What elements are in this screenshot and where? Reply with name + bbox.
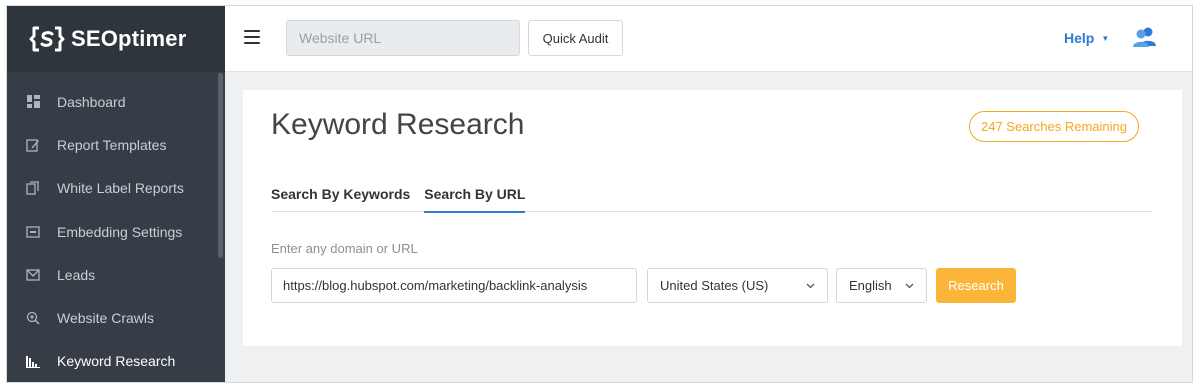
research-button[interactable]: Research <box>936 268 1016 303</box>
caret-down-icon: ▼ <box>1101 33 1110 43</box>
sidebar-item-dashboard[interactable]: Dashboard <box>7 80 225 123</box>
language-select[interactable]: English <box>836 268 927 303</box>
bar-chart-icon <box>26 354 40 368</box>
brand-logo[interactable]: SEOptimer <box>7 6 225 72</box>
envelope-icon <box>26 268 40 282</box>
sidebar-item-leads[interactable]: Leads <box>7 253 225 296</box>
sidebar-item-label: Dashboard <box>57 93 126 110</box>
country-selected-value: United States (US) <box>660 278 769 293</box>
sidebar-item-report-templates[interactable]: Report Templates <box>7 123 225 166</box>
sidebar-item-label: Embedding Settings <box>57 223 183 240</box>
embed-icon <box>26 225 40 239</box>
sidebar-item-white-label-reports[interactable]: White Label Reports <box>7 167 225 210</box>
copy-icon <box>26 181 40 195</box>
help-label: Help <box>1064 30 1095 46</box>
tab-search-by-url[interactable]: Search By URL <box>424 186 526 213</box>
help-menu[interactable]: Help ▼ <box>1064 30 1109 46</box>
country-select[interactable]: United States (US) <box>647 268 828 303</box>
sidebar-item-label: Leads <box>57 266 96 283</box>
chevron-down-icon <box>806 281 815 291</box>
keyword-research-card: Keyword Research 247 Searches Remaining … <box>243 90 1182 346</box>
language-selected-value: English <box>849 278 892 293</box>
quick-audit-button[interactable]: Quick Audit <box>528 20 623 56</box>
search-tabs: Search By Keywords Search By URL <box>271 186 1153 213</box>
page-title: Keyword Research <box>271 108 525 141</box>
sidebar-item-website-crawls[interactable]: Website Crawls <box>7 296 225 339</box>
seoptimer-logo-icon <box>29 26 65 52</box>
tab-search-by-keywords[interactable]: Search By Keywords <box>271 186 424 212</box>
dashboard-icon <box>26 95 40 109</box>
brand-name: SEOptimer <box>71 26 187 51</box>
top-bar: Quick Audit Help ▼ <box>225 6 1192 72</box>
user-avatar-icon[interactable] <box>1132 26 1158 48</box>
sidebar: SEOptimer Dashboard Report Templates Whi… <box>7 6 225 382</box>
sidebar-item-keyword-research[interactable]: Keyword Research <box>7 340 225 382</box>
sidebar-item-label: Website Crawls <box>57 310 154 327</box>
zoom-icon <box>26 311 40 325</box>
sidebar-scrollbar[interactable] <box>218 73 223 258</box>
app-window: SEOptimer Dashboard Report Templates Whi… <box>6 5 1193 383</box>
searches-remaining-badge: 247 Searches Remaining <box>969 111 1139 142</box>
sidebar-item-label: Report Templates <box>57 136 167 153</box>
sidebar-item-label: White Label Reports <box>57 180 184 197</box>
website-url-input[interactable] <box>286 20 520 56</box>
domain-url-input[interactable] <box>271 268 637 303</box>
chevron-down-icon <box>905 281 914 291</box>
menu-toggle-icon[interactable] <box>244 30 260 44</box>
sidebar-nav: Dashboard Report Templates White Label R… <box>7 72 225 382</box>
edit-icon <box>26 138 40 152</box>
sidebar-item-embedding-settings[interactable]: Embedding Settings <box>7 210 225 253</box>
domain-field-label: Enter any domain or URL <box>271 241 418 256</box>
sidebar-item-label: Keyword Research <box>57 353 176 370</box>
